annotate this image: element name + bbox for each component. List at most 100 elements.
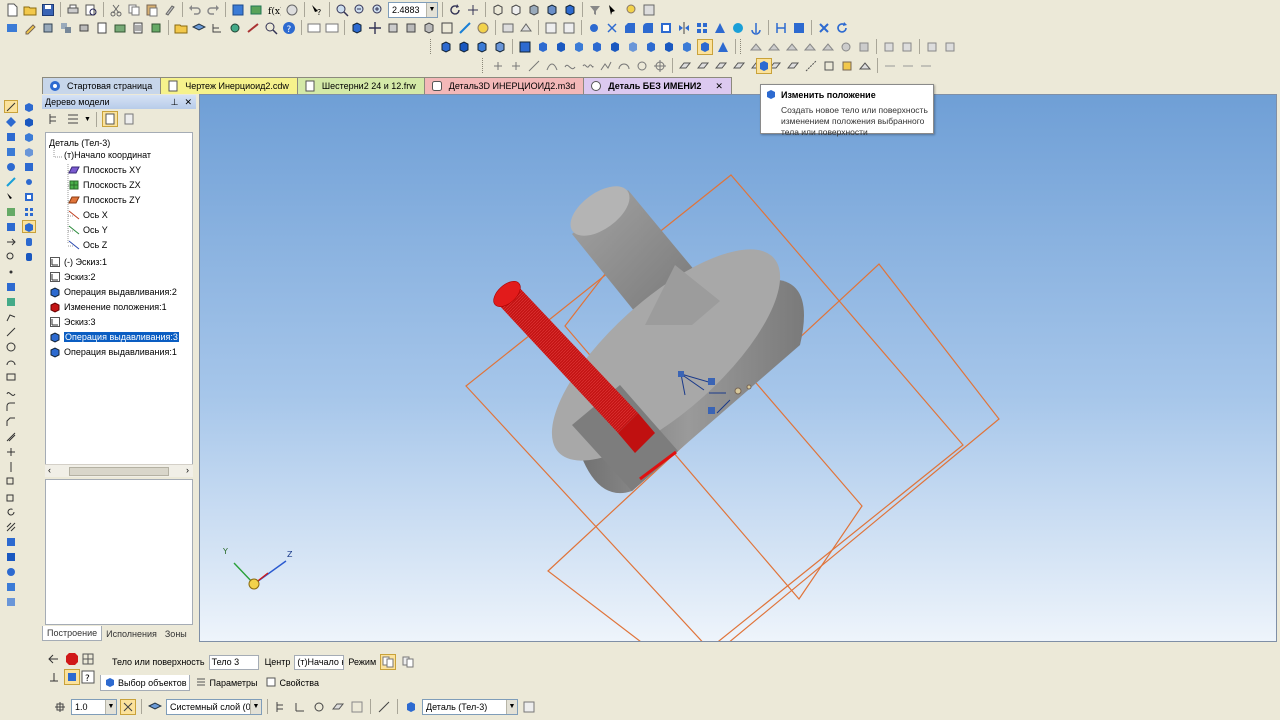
solid-op2-icon[interactable] (607, 39, 623, 55)
pattern-icon[interactable] (694, 20, 710, 36)
save-icon[interactable] (40, 2, 56, 18)
close-panel-icon[interactable]: ✕ (184, 97, 192, 108)
dimension-tool-icon[interactable] (4, 115, 18, 128)
edit-icon[interactable] (22, 20, 38, 36)
edit-tool-icon[interactable] (4, 145, 18, 158)
blue-tool2-icon[interactable] (4, 550, 18, 563)
line-tool-icon[interactable] (4, 325, 18, 338)
tree-item[interactable]: Ось Z (68, 238, 107, 252)
cylinder-tool-icon[interactable] (22, 235, 36, 248)
tab-properties[interactable]: Свойства (262, 675, 322, 691)
measure-tool-icon[interactable] (4, 175, 18, 188)
shaded-icon[interactable] (526, 2, 542, 18)
extra-options-icon[interactable] (521, 699, 537, 715)
notation-tool-icon[interactable] (4, 130, 18, 143)
plane-axis-icon[interactable] (785, 58, 801, 74)
copy-tool-icon[interactable] (4, 475, 18, 488)
solid-op3-icon[interactable] (625, 39, 641, 55)
tree-item[interactable]: (т)Начало координат (61, 148, 151, 162)
tab-part-unnamed[interactable]: Деталь БЕЗ ИМЕНИ2 ✕ (583, 77, 732, 94)
chevron-down-icon[interactable]: ▼ (105, 699, 116, 714)
rect-tool-icon[interactable] (4, 370, 18, 383)
blue-tool5-icon[interactable] (4, 595, 18, 608)
hole-icon[interactable] (586, 20, 602, 36)
arrow-tool-icon[interactable] (4, 235, 18, 248)
variables-icon[interactable]: f(x) (266, 2, 282, 18)
dim-icon[interactable] (882, 58, 898, 74)
mode-move-icon[interactable] (400, 654, 416, 670)
insert-icon[interactable] (112, 20, 128, 36)
thread-icon[interactable] (604, 20, 620, 36)
surface5-icon[interactable] (820, 39, 836, 55)
auto-create-icon[interactable] (64, 669, 80, 685)
scroll-thumb[interactable] (69, 467, 169, 476)
mirror-icon[interactable] (676, 20, 692, 36)
extrude-tool-icon[interactable] (22, 100, 36, 113)
library-icon[interactable] (248, 2, 264, 18)
format-brush-icon[interactable] (162, 2, 178, 18)
toolbar-grip[interactable] (482, 58, 486, 73)
report-icon[interactable] (148, 20, 164, 36)
circle-icon[interactable] (634, 58, 650, 74)
text-field-icon[interactable] (306, 20, 322, 36)
layer-icon[interactable] (147, 699, 163, 715)
tree-item[interactable]: Изменение положения:1 (49, 300, 167, 314)
measure-icon[interactable] (245, 20, 261, 36)
sphere-icon[interactable] (730, 20, 746, 36)
cut-view-icon[interactable] (457, 20, 473, 36)
solid-op6-icon[interactable] (679, 39, 695, 55)
chamfer-icon[interactable] (622, 20, 638, 36)
chevron-down-icon[interactable]: ▼ (84, 116, 91, 123)
view-cube-icon[interactable] (349, 20, 365, 36)
surface4-icon[interactable] (802, 39, 818, 55)
rotate-tool-icon[interactable] (4, 505, 18, 518)
refresh-icon[interactable] (834, 20, 850, 36)
print-preview-icon[interactable] (83, 2, 99, 18)
blue-tool4-icon[interactable] (4, 580, 18, 593)
drawing-icon[interactable] (94, 20, 110, 36)
close-x-icon[interactable] (816, 20, 832, 36)
tree-structure-icon[interactable] (46, 111, 62, 127)
light-icon[interactable] (623, 2, 639, 18)
select-icon[interactable] (605, 2, 621, 18)
surface3-icon[interactable] (784, 39, 800, 55)
solid-op4-icon[interactable] (643, 39, 659, 55)
model-icon[interactable] (4, 20, 20, 36)
orient-icon[interactable] (465, 2, 481, 18)
solid-op5-icon[interactable] (661, 39, 677, 55)
chevron-down-icon[interactable]: ▼ (506, 699, 517, 714)
param-tool-icon[interactable] (4, 160, 18, 173)
center-field[interactable]: (т)Начало к (294, 654, 345, 670)
perspective-icon[interactable] (562, 2, 578, 18)
mate-point-icon[interactable] (857, 58, 873, 74)
offset-tool-icon[interactable] (4, 430, 18, 443)
constraints-icon[interactable] (227, 20, 243, 36)
tree-item[interactable]: Плоскость ZY (68, 193, 141, 207)
chevron-down-icon[interactable]: ▼ (426, 2, 437, 17)
3d-viewport[interactable]: Y Z (199, 94, 1277, 642)
properties-icon[interactable] (284, 2, 300, 18)
view-iso-icon[interactable] (421, 20, 437, 36)
dim3-icon[interactable] (918, 58, 934, 74)
manager-icon[interactable] (230, 2, 246, 18)
toolbar-grip[interactable] (740, 39, 744, 54)
paste-icon[interactable] (144, 2, 160, 18)
folder-icon[interactable] (173, 20, 189, 36)
axis-icon[interactable] (803, 58, 819, 74)
tab-fragment[interactable]: Шестерни2 24 и 12.frw (296, 77, 425, 94)
measure-distance-icon[interactable] (773, 20, 789, 36)
tree-item[interactable]: Плоскость XY (68, 163, 141, 177)
copy-icon[interactable] (126, 2, 142, 18)
tab-part-3d[interactable]: Деталь3D ИНЕРЦИОИД2.m3d (423, 77, 585, 94)
layers-icon[interactable] (191, 20, 207, 36)
dot-icon[interactable] (4, 265, 18, 278)
scroll-left-icon[interactable]: ‹ (48, 465, 51, 475)
model-scene[interactable]: Y Z (200, 95, 1277, 642)
scroll-right-icon[interactable]: › (186, 465, 189, 475)
plane-normal-icon[interactable] (731, 58, 747, 74)
zoom-window-icon[interactable] (334, 2, 350, 18)
search-icon[interactable] (263, 20, 279, 36)
anchor-point-icon[interactable] (46, 669, 62, 685)
tree-item[interactable]: Ось Y (68, 223, 108, 237)
shaded-edges-icon[interactable] (544, 2, 560, 18)
